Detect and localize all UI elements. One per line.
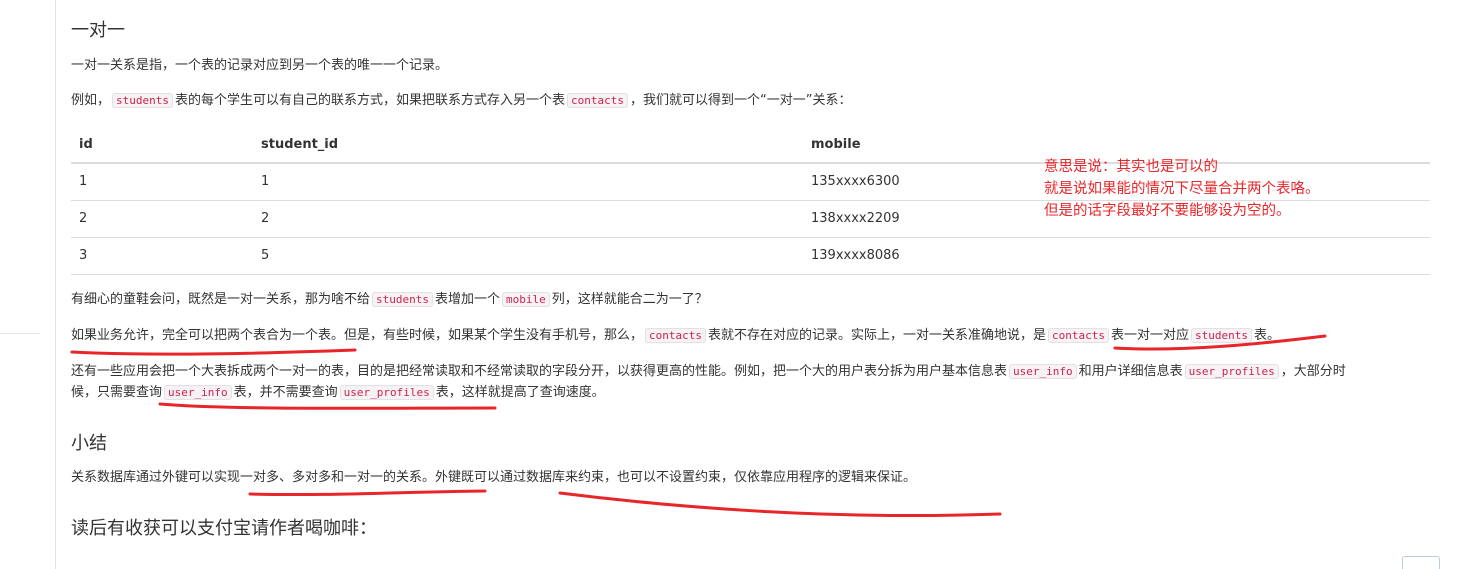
annotation-line: 意思是说：其实也是可以的	[1044, 159, 1218, 175]
paragraph-split-line1: 还有一些应用会把一个大表拆成两个一对一的表，目的是把经常读取和不经常读取的字段分…	[71, 364, 1346, 379]
paragraph-question: 有细心的童鞋会问，既然是一对一关系，那为啥不给 students 表增加一个 mobi…	[71, 292, 708, 307]
code-contacts: contacts	[567, 93, 628, 108]
corner-button[interactable]	[1402, 556, 1440, 569]
paragraph-summary: 关系数据库通过外键可以实现一对多、多对多和一对一的关系。外键既可以通过数据库来约…	[71, 470, 917, 485]
code-students: students	[372, 292, 433, 307]
paragraph-split-line2: 候，只需要查询 user_info 表，并不需要查询 user_profiles 表，这…	[71, 385, 605, 400]
paragraph-example: 例如， students 表的每个学生可以有自己的联系方式，如果把联系方式存入另一个…	[71, 93, 852, 108]
underline-stroke	[248, 489, 487, 497]
underline-stroke	[558, 491, 1002, 518]
table-cell: 1	[253, 163, 803, 201]
table-cell: 139xxxx8086	[803, 237, 1430, 275]
code-user-profiles: user_profiles	[1184, 364, 1279, 379]
left-sidebar	[0, 0, 56, 569]
annotation-line: 但是的话字段最好不要能够设为空的。	[1044, 203, 1291, 219]
heading-one-to-one: 一对一	[71, 20, 125, 41]
sidebar-divider	[55, 0, 56, 569]
underline-stroke	[70, 348, 357, 356]
table-row: 3 5 139xxxx8086	[71, 237, 1430, 275]
table-cell: 2	[71, 200, 253, 238]
code-user-profiles: user_profiles	[339, 385, 434, 400]
heading-coffee: 读后有收获可以支付宝请作者喝咖啡：	[71, 518, 377, 539]
paragraph-answer: 如果业务允许，完全可以把两个表合为一个表。但是，有些时候，如果某个学生没有手机号…	[71, 328, 1281, 343]
sidebar-tick	[0, 333, 40, 334]
table-header: student_id	[253, 126, 803, 164]
code-students: students	[112, 93, 173, 108]
paragraph-definition: 一对一关系是指，一个表的记录对应到另一个表的唯一一个记录。	[71, 58, 449, 73]
code-students: students	[1191, 328, 1252, 343]
code-user-info: user_info	[1009, 364, 1077, 379]
code-mobile: mobile	[502, 292, 550, 307]
table-cell: 5	[253, 237, 803, 275]
code-contacts: contacts	[1048, 328, 1109, 343]
table-cell: 1	[71, 163, 253, 201]
heading-summary: 小结	[71, 433, 107, 454]
table-cell: 2	[253, 200, 803, 238]
code-user-info: user_info	[164, 385, 232, 400]
handwritten-annotation: 意思是说：其实也是可以的 就是说如果能的情况下尽量合并两个表咯。 但是的话字段最…	[1044, 156, 1320, 222]
underline-stroke	[158, 402, 497, 410]
annotation-line: 就是说如果能的情况下尽量合并两个表咯。	[1044, 181, 1320, 197]
table-cell: 3	[71, 237, 253, 275]
table-header: id	[71, 126, 253, 164]
code-contacts: contacts	[645, 328, 706, 343]
